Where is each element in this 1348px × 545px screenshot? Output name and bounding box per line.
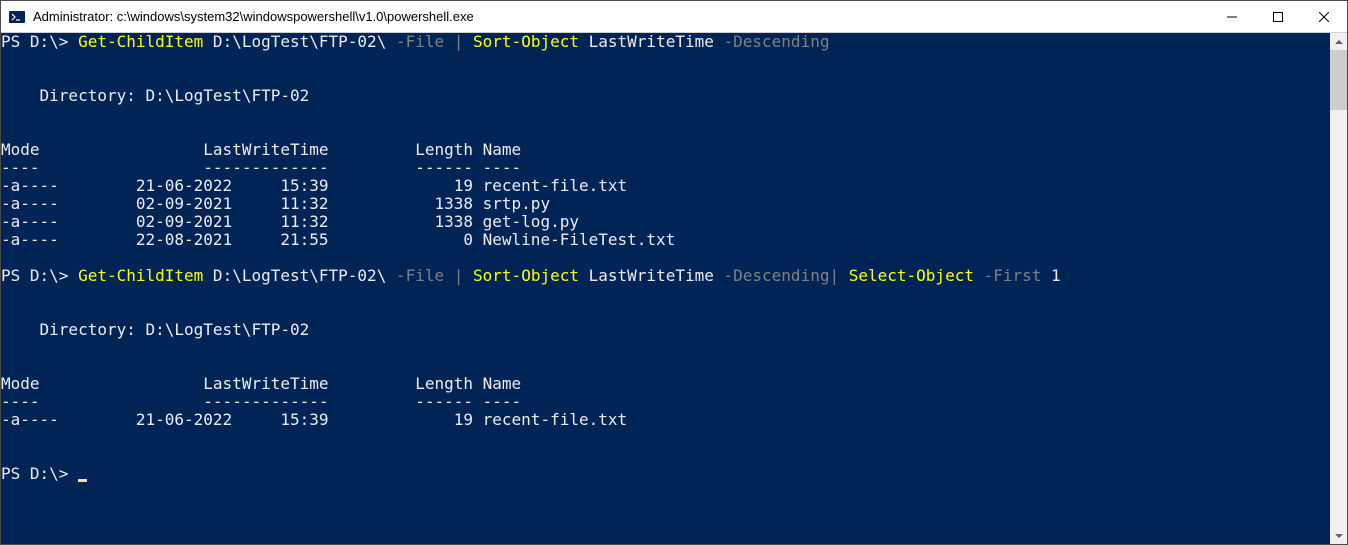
argument: LastWriteTime <box>579 266 724 285</box>
scroll-thumb[interactable] <box>1330 50 1347 110</box>
prompt: PS D:\> <box>1 266 78 285</box>
directory-line: Directory: D:\LogTest\FTP-02 <box>1 86 309 105</box>
pipe: | <box>444 33 473 51</box>
powershell-icon <box>9 9 25 25</box>
cmdlet: Get-ChildItem <box>78 266 203 285</box>
minimize-button[interactable] <box>1209 1 1255 32</box>
scrollbar[interactable] <box>1330 33 1347 544</box>
cmdlet: Sort-Object <box>473 33 579 51</box>
pipe: | <box>444 266 473 285</box>
terminal-container: PS D:\> Get-ChildItem D:\LogTest\FTP-02\… <box>1 33 1347 544</box>
close-button[interactable] <box>1301 1 1347 32</box>
prompt: PS D:\> <box>1 33 78 51</box>
titlebar[interactable]: Administrator: c:\windows\system32\windo… <box>1 1 1347 33</box>
directory-line: Directory: D:\LogTest\FTP-02 <box>1 320 309 339</box>
window-controls <box>1209 1 1347 32</box>
parameter: -Descending <box>724 33 830 51</box>
cmdlet: Get-ChildItem <box>78 33 203 51</box>
parameter: -File <box>396 266 444 285</box>
table-row: -a---- 22-08-2021 21:55 0 Newline-FileTe… <box>1 230 675 249</box>
table-divider: ---- ------------- ------ ---- <box>1 158 521 177</box>
space <box>974 266 984 285</box>
argument: LastWriteTime <box>579 33 724 51</box>
window-title: Administrator: c:\windows\system32\windo… <box>33 9 1209 24</box>
table-row: -a---- 02-09-2021 11:32 1338 get-log.py <box>1 212 579 231</box>
table-row: -a---- 02-09-2021 11:32 1338 srtp.py <box>1 194 550 213</box>
terminal[interactable]: PS D:\> Get-ChildItem D:\LogTest\FTP-02\… <box>1 33 1330 544</box>
scroll-up-button[interactable] <box>1330 33 1347 50</box>
cmdlet: Select-Object <box>849 266 974 285</box>
table-row: -a---- 21-06-2022 15:39 19 recent-file.t… <box>1 410 627 429</box>
table-header: Mode LastWriteTime Length Name <box>1 374 521 393</box>
parameter: -First <box>984 266 1042 285</box>
cursor <box>78 479 87 482</box>
prompt: PS D:\> <box>1 464 78 483</box>
parameter: -File <box>396 33 444 51</box>
argument: 1 <box>1041 266 1060 285</box>
maximize-button[interactable] <box>1255 1 1301 32</box>
cmdlet: Sort-Object <box>473 266 579 285</box>
scroll-down-button[interactable] <box>1330 527 1347 544</box>
pipe: | <box>829 266 848 285</box>
argument: D:\LogTest\FTP-02\ <box>203 33 396 51</box>
parameter: -Descending <box>724 266 830 285</box>
table-header: Mode LastWriteTime Length Name <box>1 140 521 159</box>
table-divider: ---- ------------- ------ ---- <box>1 392 521 411</box>
argument: D:\LogTest\FTP-02\ <box>203 266 396 285</box>
table-row: -a---- 21-06-2022 15:39 19 recent-file.t… <box>1 176 627 195</box>
